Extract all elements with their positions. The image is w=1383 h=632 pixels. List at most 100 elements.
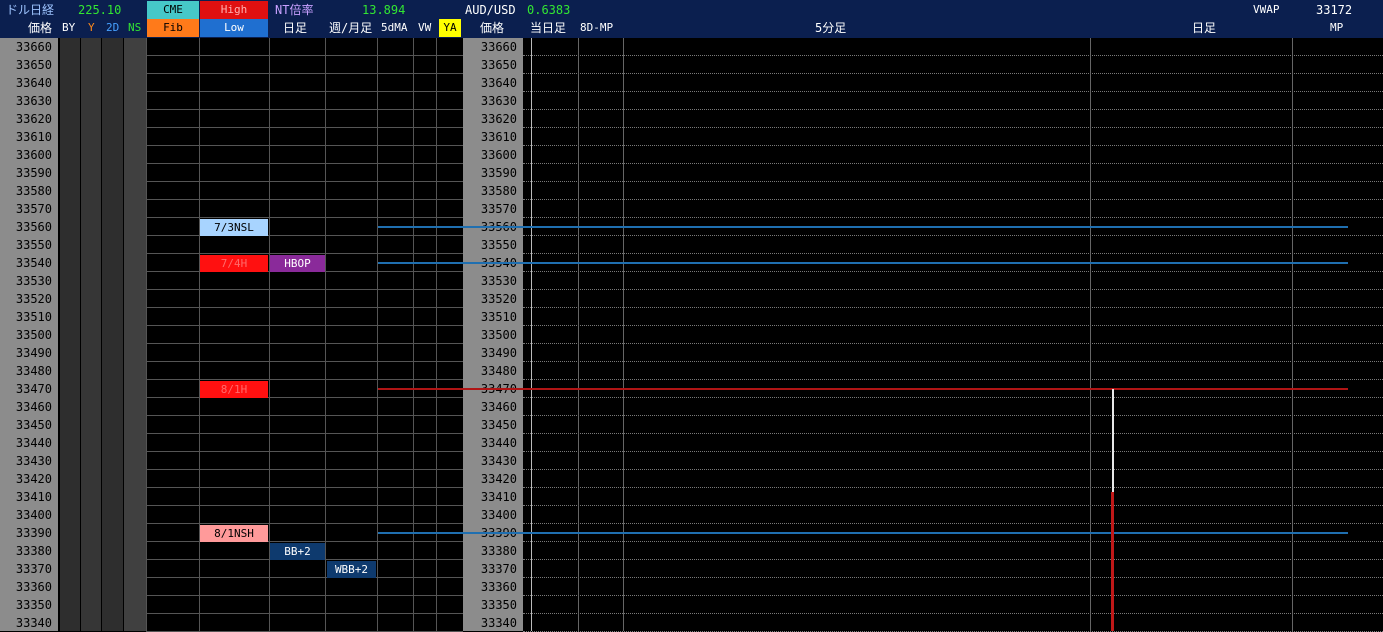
grid-row-line [523,55,1383,56]
level-badge: 8/1NSH [200,525,268,542]
column-separator [413,38,414,631]
price-label: 33620 [15,112,52,126]
price-label: 33470 [15,382,52,396]
grid-row-line [146,235,463,236]
price-label: 33630 [480,94,517,108]
price-label: 33530 [480,274,517,288]
price-label: 33600 [480,148,517,162]
grid-row-line [146,505,463,506]
column-separator [325,38,326,631]
price-label: 33400 [480,508,517,522]
price-label: 33550 [15,238,52,252]
today-bar-header: 当日足 [530,21,567,35]
grid-row-line [523,559,1383,560]
price-label: 33490 [15,346,52,360]
price-label: 33640 [480,76,517,90]
chart-separator [1292,38,1293,631]
audusd-label: AUD/USD [465,3,516,17]
price-label: 33460 [480,400,517,414]
grid-row-line [523,595,1383,596]
level-badge: 7/3NSL [200,219,268,236]
price-label: 33380 [15,544,52,558]
grid-row-line [523,415,1383,416]
grid-row-line [523,505,1383,506]
fib-column-header: Fib [147,19,199,37]
chart-separator [578,38,579,631]
price-label: 33610 [480,130,517,144]
price-label: 33370 [480,562,517,576]
price-label: 33580 [15,184,52,198]
grid-row-line [146,379,463,380]
grid-row-line [146,595,463,596]
price-label: 33550 [480,238,517,252]
price-label: 33500 [480,328,517,342]
column-separator [146,38,147,631]
2d-column-header: 2D [106,21,120,34]
grid-row-line [146,163,463,164]
price-level-line [378,226,1348,228]
price-label: 33440 [480,436,517,450]
grid-row-line [146,469,463,470]
price-label: 33450 [480,418,517,432]
price-label: 33480 [15,364,52,378]
price-label: 33590 [480,166,517,180]
grid-row-line [523,397,1383,398]
grid-row-line [523,541,1383,542]
grid-row-line [523,109,1383,110]
grid-row-line [146,541,463,542]
grid-row-line [523,199,1383,200]
grid-row-line [523,433,1383,434]
price-label: 33430 [480,454,517,468]
price-label: 33410 [15,490,52,504]
grid-row-line [146,343,463,344]
grid-row-line [146,433,463,434]
grid-row-line [523,271,1383,272]
grid-row-line [523,289,1383,290]
price-label: 33580 [480,184,517,198]
grid-row-line [523,163,1383,164]
vw-column-header: VW [418,21,432,34]
grid-row-line [523,577,1383,578]
grid-row-line [146,109,463,110]
price-label: 33650 [480,58,517,72]
price-label: 33390 [15,526,52,540]
price-label: 33570 [480,202,517,216]
grid-row-line [146,73,463,74]
price-label: 33660 [15,40,52,54]
price-label: 33650 [15,58,52,72]
grid-row-line [146,145,463,146]
price-column-header: 価格 [28,21,53,35]
chart-separator [1090,38,1091,631]
grid-row-line [146,451,463,452]
price-label: 33500 [15,328,52,342]
chart-separator [623,38,624,631]
y-column-header: Y [88,21,95,34]
price-label: 33520 [480,292,517,306]
grid-row-line [523,91,1383,92]
by-column-header: BY [62,21,76,34]
price-label: 33370 [15,562,52,576]
price-label: 33490 [480,346,517,360]
price-label: 33570 [15,202,52,216]
vwap-value: 33172 [1316,3,1353,17]
price-label: 33380 [480,544,517,558]
grid-row-line [523,253,1383,254]
price-label: 33340 [480,616,517,630]
nt-ratio-label: NT倍率 [275,3,314,17]
price-level-line [378,262,1348,264]
price-label: 33360 [15,580,52,594]
grid-row-line [523,523,1383,524]
grid-row-line [523,343,1383,344]
grid-row-line [146,307,463,308]
daily-bar-header: 日足 [1192,21,1217,35]
cme-label: CME [147,1,199,19]
high-label: High [200,1,268,19]
price-label: 33430 [15,454,52,468]
low-column-header: Low [200,19,268,37]
grid-row-line [146,217,463,218]
price-label: 33630 [15,94,52,108]
price-label: 33660 [480,40,517,54]
price-label: 33340 [15,616,52,630]
grid-row-line [146,397,463,398]
column-separator [377,38,378,631]
